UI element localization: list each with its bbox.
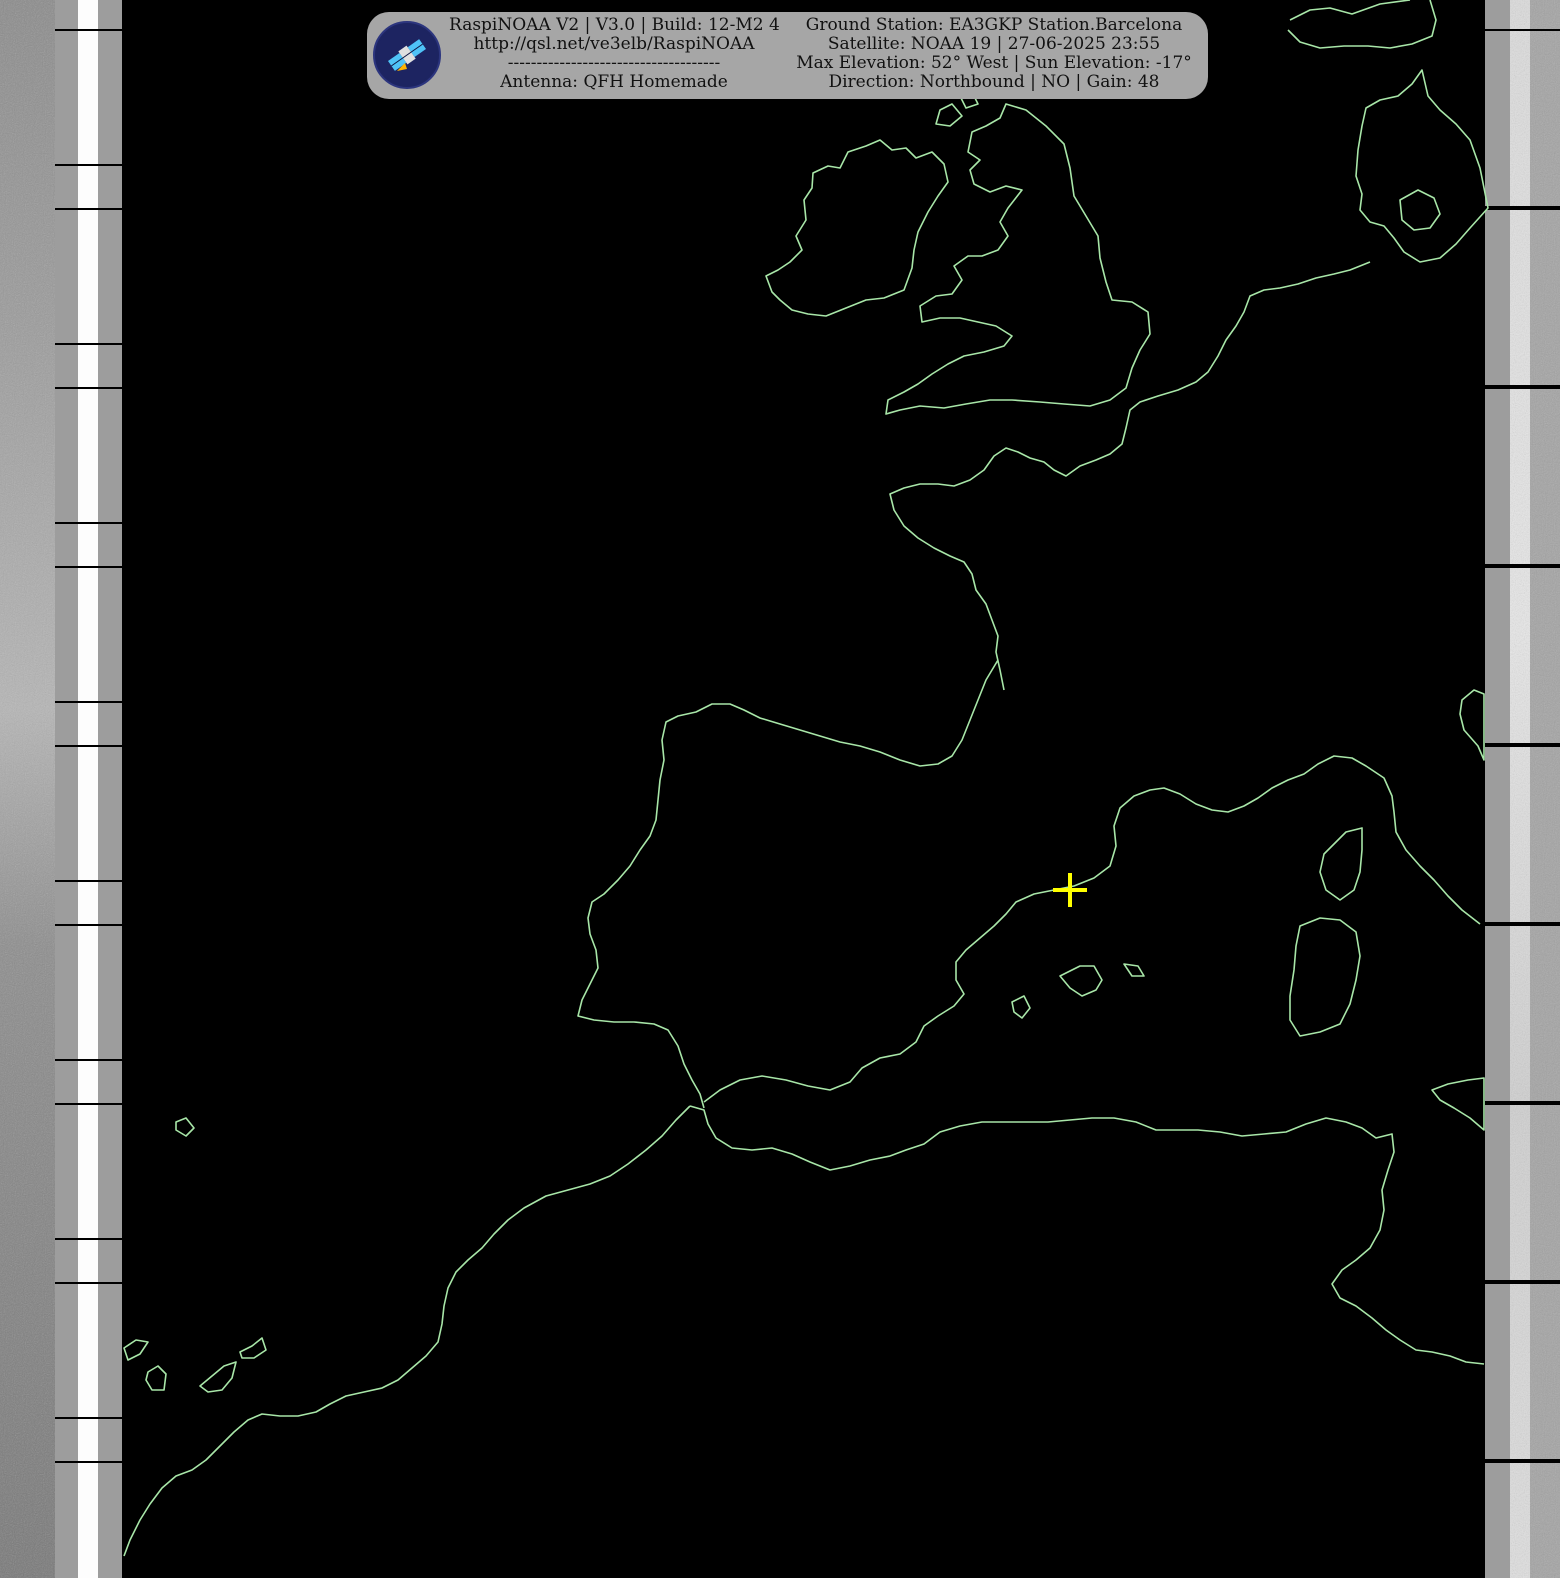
map-area: [122, 0, 1485, 1578]
pass-info-panel: RaspiNOAA V2 | V3.0 | Build: 12-M2 4 htt…: [367, 12, 1208, 99]
pass-details: Ground Station: EA3GKP Station.Barcelona…: [794, 16, 1194, 92]
station-software-info: RaspiNOAA V2 | V3.0 | Build: 12-M2 4 htt…: [449, 15, 780, 92]
elevation-info: Max Elevation: 52° West | Sun Elevation:…: [796, 53, 1192, 73]
ground-station: Ground Station: EA3GKP Station.Barcelona: [805, 15, 1183, 35]
direction-gain: Direction: Northbound | NO | Gain: 48: [828, 72, 1160, 92]
project-url: http://qsl.net/ve3elb/RaspiNOAA: [473, 34, 755, 54]
satellite-datetime: Satellite: NOAA 19 | 27-06-2025 23:55: [827, 34, 1161, 54]
left-strip: [0, 0, 122, 1578]
antenna-info: Antenna: QFH Homemade: [500, 72, 728, 92]
satellite-map: [0, 0, 1560, 1578]
satellite-icon: [373, 21, 441, 89]
noaa-apt-image: RaspiNOAA V2 | V3.0 | Build: 12-M2 4 htt…: [0, 0, 1560, 1578]
right-strip: [1485, 0, 1560, 1578]
software-version: RaspiNOAA V2 | V3.0 | Build: 12-M2 4: [449, 15, 780, 35]
separator-line: -------------------------------------: [507, 53, 721, 73]
